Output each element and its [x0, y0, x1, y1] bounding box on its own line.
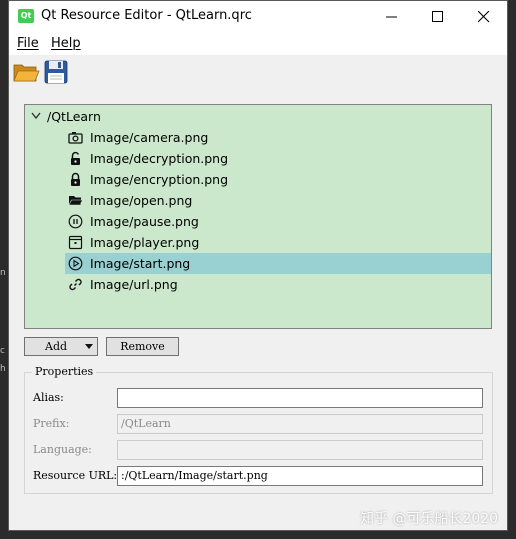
pause-icon [68, 214, 83, 229]
floppy-save-icon [44, 60, 68, 84]
window-title: Qt Resource Editor - QtLearn.qrc [41, 8, 252, 23]
tree-root[interactable]: /QtLearn [25, 106, 491, 127]
add-button[interactable]: Add [24, 337, 98, 356]
qt-app-icon: Qt [18, 9, 34, 23]
title-bar[interactable]: Qt Qt Resource Editor - QtLearn.qrc [9, 1, 507, 32]
minimize-icon [386, 16, 397, 18]
tree-item-player[interactable]: Image/player.png [25, 232, 491, 253]
language-field [117, 440, 483, 460]
tree-item-label: Image/pause.png [90, 214, 199, 229]
properties-title: Properties [32, 365, 97, 378]
chevron-down-icon[interactable] [31, 112, 41, 120]
tree-item-encryption[interactable]: Image/encryption.png [25, 169, 491, 190]
link-icon [69, 278, 82, 291]
player-icon [68, 235, 83, 250]
resource-url-label: Resource URL: [33, 469, 118, 482]
tree-item-url[interactable]: Image/url.png [25, 274, 491, 295]
folder-open-icon [13, 64, 40, 82]
menu-help[interactable]: Help [51, 36, 81, 51]
resource-url-field[interactable]: :/QtLearn/Image/start.png [117, 466, 483, 486]
maximize-button[interactable] [415, 1, 461, 32]
alias-field[interactable] [117, 388, 483, 408]
menu-bar: File Help [9, 32, 507, 55]
tree-item-label: Image/decryption.png [90, 151, 229, 166]
add-button-label: Add [45, 340, 68, 353]
prefix-label: Prefix: [33, 417, 70, 430]
close-button[interactable] [461, 1, 507, 32]
camera-icon [68, 132, 83, 144]
unlock-icon [71, 151, 80, 165]
save-button[interactable] [42, 58, 70, 86]
toolbar [9, 55, 507, 89]
tree-item-decryption[interactable]: Image/decryption.png [25, 148, 491, 169]
tree-item-label: Image/player.png [90, 235, 200, 250]
folder-icon [68, 196, 83, 206]
tree-item-open[interactable]: Image/open.png [25, 190, 491, 211]
background-glyph: n [0, 268, 6, 278]
prefix-field: /QtLearn [117, 414, 483, 434]
play-icon [68, 256, 83, 271]
background-glyph: c [0, 346, 5, 356]
properties-group: Properties Alias: Prefix: /QtLearn Langu… [24, 365, 493, 494]
minimize-button[interactable] [369, 1, 415, 32]
language-label: Language: [33, 443, 92, 456]
tree-item-camera[interactable]: Image/camera.png [25, 127, 491, 148]
watermark-text: 知乎 @可乐船长2020 [360, 511, 499, 527]
lock-icon [71, 172, 80, 186]
menu-file[interactable]: File [17, 36, 39, 51]
dropdown-arrow-icon[interactable] [85, 344, 93, 349]
background-glyph: h [0, 364, 6, 374]
open-button[interactable] [12, 58, 40, 86]
tree-item-label: Image/camera.png [90, 130, 209, 145]
tree-item-pause[interactable]: Image/pause.png [25, 211, 491, 232]
tree-item-label: Image/encryption.png [90, 172, 229, 187]
tree-item-label: Image/start.png [90, 256, 191, 271]
resource-editor-window: Qt Qt Resource Editor - QtLearn.qrc File… [8, 0, 508, 531]
alias-label: Alias: [33, 391, 64, 404]
remove-button[interactable]: Remove [106, 337, 179, 356]
resource-tree[interactable]: /QtLearn Image/camera.png Image/decrypti… [24, 104, 492, 329]
tree-item-label: Image/open.png [90, 193, 193, 208]
maximize-icon [432, 11, 443, 22]
tree-item-start[interactable]: Image/start.png [25, 253, 491, 274]
tree-item-label: Image/url.png [90, 277, 178, 292]
close-icon [478, 11, 490, 23]
tree-root-label: /QtLearn [47, 109, 101, 124]
